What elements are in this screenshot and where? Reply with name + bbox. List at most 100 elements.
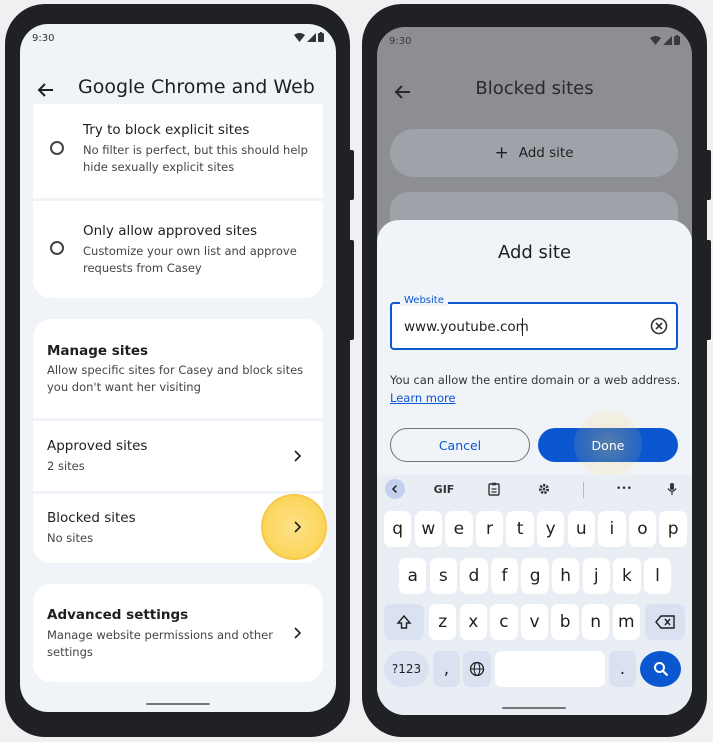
key-u[interactable]: u — [567, 511, 595, 547]
mic-button[interactable] — [662, 479, 682, 499]
status-bar: 9:30 — [377, 27, 692, 57]
clipboard-button[interactable] — [482, 479, 506, 499]
page-title: Google Chrome and Web — [78, 76, 315, 98]
website-field-label: Website — [400, 295, 448, 306]
website-input[interactable]: www.youtube.com — [404, 319, 529, 335]
approved-sites-title: Approved sites — [47, 438, 148, 454]
add-site-button[interactable]: + Add site — [390, 129, 678, 177]
keyboard-collapse-button[interactable] — [385, 479, 405, 499]
key-g[interactable]: g — [521, 558, 549, 594]
advanced-settings-desc: settings — [47, 645, 93, 659]
key-y[interactable]: y — [537, 511, 565, 547]
home-indicator[interactable] — [502, 707, 566, 709]
option-subtitle-line: requests from Casey — [83, 261, 202, 275]
key-z[interactable]: z — [429, 604, 457, 640]
help-text: You can allow the entire domain or a web… — [390, 373, 681, 387]
gear-icon — [538, 483, 550, 495]
search-key[interactable] — [640, 651, 681, 687]
dialog-title: Add site — [497, 242, 572, 263]
battery-icon — [674, 35, 680, 45]
signal-icon — [663, 35, 672, 45]
key-k[interactable]: k — [613, 558, 641, 594]
cancel-button[interactable]: Cancel — [390, 428, 530, 462]
wifi-icon — [650, 35, 661, 45]
key-d[interactable]: d — [460, 558, 488, 594]
status-time: 9:30 — [32, 33, 55, 44]
chevron-right-icon — [294, 521, 302, 533]
advanced-settings-title: Advanced settings — [47, 607, 189, 623]
language-key[interactable] — [463, 651, 491, 687]
key-b[interactable]: b — [551, 604, 579, 640]
key-s[interactable]: s — [429, 558, 457, 594]
key-m[interactable]: m — [612, 604, 640, 640]
status-icons — [650, 35, 680, 45]
search-icon — [653, 662, 668, 677]
website-field[interactable]: Website www.youtube.com — [390, 295, 678, 350]
key-x[interactable]: x — [459, 604, 487, 640]
radio-approved-only[interactable] — [50, 241, 64, 255]
key-e[interactable]: e — [445, 511, 473, 547]
right-screen: 9:30 Blocked sites + Add site Add site W… — [377, 27, 692, 715]
key-c[interactable]: c — [490, 604, 518, 640]
symbols-key[interactable]: ?123 — [384, 651, 429, 687]
key-a[interactable]: a — [399, 558, 427, 594]
approved-sites-count: 2 sites — [47, 459, 85, 473]
battery-icon — [318, 32, 324, 42]
key-r[interactable]: r — [475, 511, 504, 547]
manage-sites-desc: Allow specific sites for Casey and block… — [47, 363, 304, 377]
option-block-explicit[interactable]: Try to block explicit sites No filter is… — [33, 104, 323, 198]
key-t[interactable]: t — [506, 511, 534, 547]
mic-icon — [667, 483, 677, 495]
option-title: Only allow approved sites — [83, 223, 258, 239]
key-i[interactable]: i — [598, 511, 626, 547]
key-v[interactable]: v — [520, 604, 549, 640]
key-n[interactable]: n — [582, 604, 610, 640]
gif-button[interactable]: GIF — [427, 479, 461, 499]
cancel-label: Cancel — [438, 437, 482, 453]
key-o[interactable]: o — [628, 511, 657, 547]
blocked-sites-count: No sites — [47, 531, 94, 545]
key-q[interactable]: q — [384, 511, 412, 547]
advanced-settings-card[interactable]: Advanced settings Manage website permiss… — [33, 584, 323, 682]
chevron-left-icon — [391, 484, 398, 494]
chevron-right-icon — [294, 450, 302, 462]
blocked-sites-title: Blocked sites — [47, 510, 136, 526]
advanced-settings-desc: Manage website permissions and other — [47, 628, 273, 642]
option-approved-only[interactable]: Only allow approved sites Customize your… — [33, 201, 323, 298]
option-subtitle-line: Customize your own list and approve — [83, 244, 297, 258]
home-indicator[interactable] — [146, 703, 210, 705]
chevron-right-icon — [294, 627, 302, 639]
key-p[interactable]: p — [659, 511, 687, 547]
space-key[interactable] — [495, 651, 605, 687]
backspace-key[interactable] — [645, 604, 685, 640]
status-bar: 9:30 — [20, 24, 336, 54]
done-button[interactable]: Done — [538, 410, 678, 478]
option-subtitle-line: hide sexually explicit sites — [83, 160, 235, 174]
comma-key[interactable]: , — [433, 651, 460, 687]
clipboard-icon — [488, 482, 500, 496]
more-button[interactable]: ••• — [609, 479, 639, 499]
radio-block-explicit[interactable] — [50, 141, 64, 155]
filter-options-card: Try to block explicit sites No filter is… — [33, 104, 323, 298]
approved-sites-row[interactable]: Approved sites 2 sites — [33, 421, 323, 491]
left-screen: 9:30 Google Chrome and Web Try to block … — [20, 24, 336, 712]
clear-icon[interactable] — [650, 317, 668, 335]
shift-key[interactable] — [384, 604, 424, 640]
key-w[interactable]: w — [414, 511, 442, 547]
key-h[interactable]: h — [552, 558, 580, 594]
toolbar-divider — [583, 482, 584, 498]
status-time: 9:30 — [389, 36, 412, 47]
option-subtitle-line: No filter is perfect, but this should he… — [83, 143, 308, 157]
key-f[interactable]: f — [490, 558, 519, 594]
shift-icon — [396, 614, 412, 629]
manage-sites-desc: you don't want her visiting — [47, 380, 201, 394]
back-arrow-icon[interactable] — [34, 78, 58, 102]
wifi-icon — [294, 32, 305, 42]
learn-more-link[interactable]: Learn more — [390, 391, 456, 405]
signal-icon — [307, 32, 316, 42]
period-key[interactable]: . — [609, 651, 636, 687]
key-j[interactable]: j — [582, 558, 610, 594]
settings-button[interactable] — [532, 479, 556, 499]
plus-icon: + — [494, 143, 509, 163]
key-l[interactable]: l — [643, 558, 672, 594]
